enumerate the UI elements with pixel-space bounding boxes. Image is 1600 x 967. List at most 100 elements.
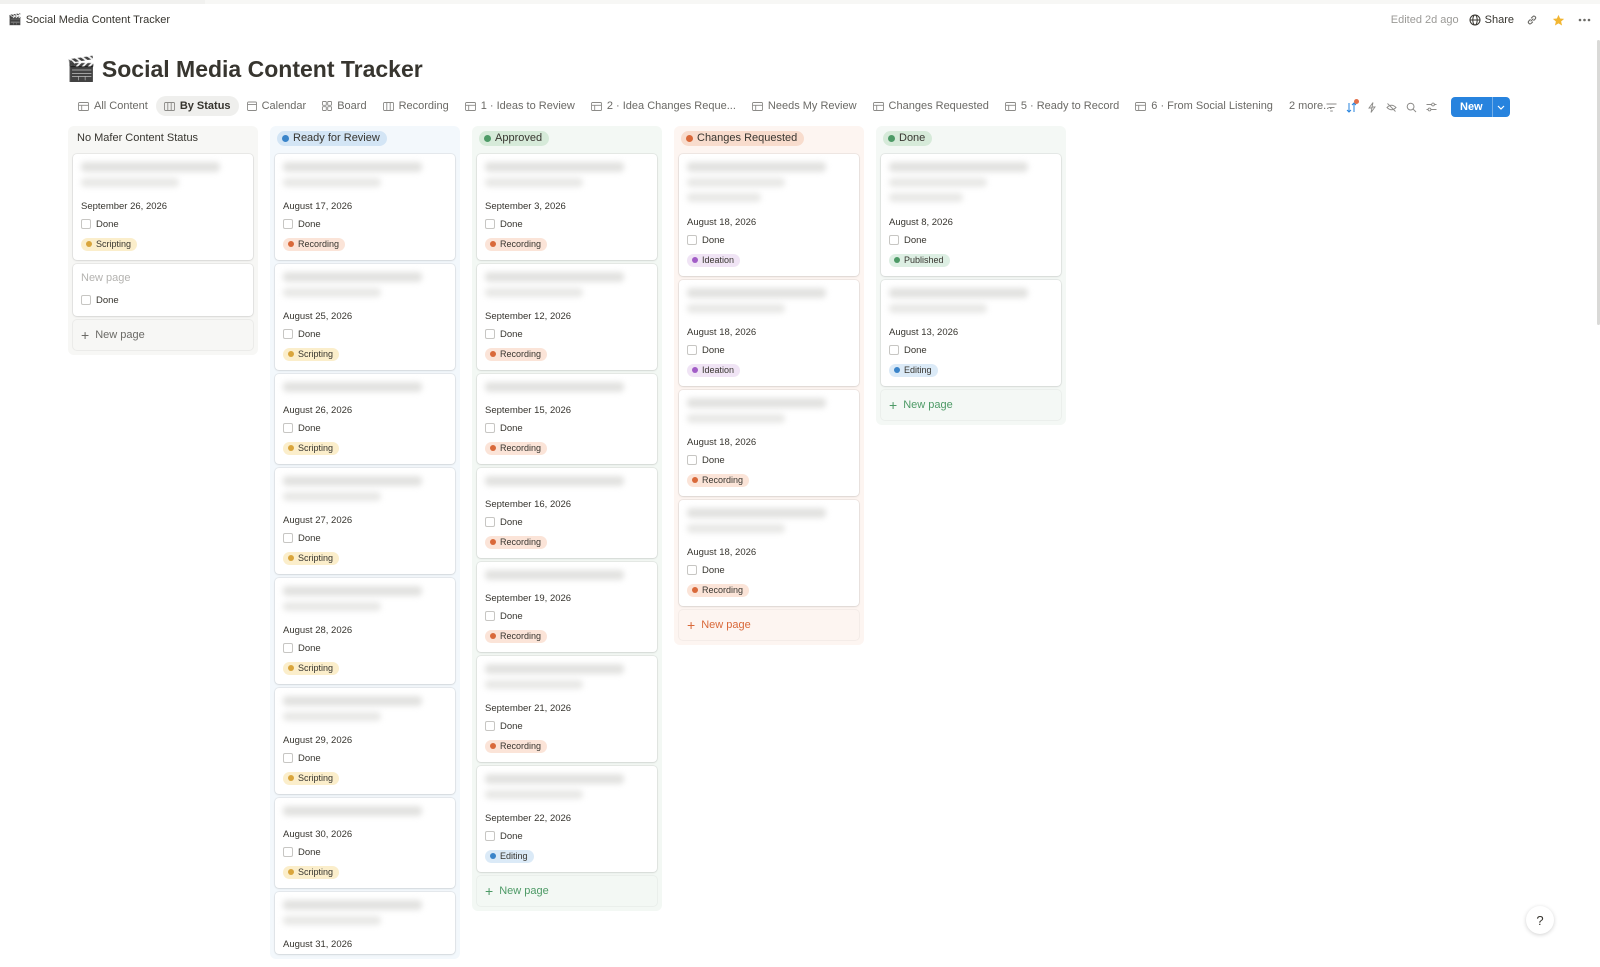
automation-lightning-icon[interactable]: [1365, 99, 1378, 115]
done-checkbox[interactable]: [81, 295, 91, 305]
settings-sliders-icon[interactable]: [1425, 99, 1438, 115]
view-tab[interactable]: By Status: [155, 96, 239, 116]
view-tab[interactable]: Calendar: [239, 96, 315, 116]
content-card[interactable]: September 22, 2026 Done Editing: [477, 766, 657, 872]
untitled-card[interactable]: New page Done: [73, 264, 253, 316]
view-tab[interactable]: Changes Requested: [865, 96, 997, 116]
done-checkbox[interactable]: [687, 565, 697, 575]
done-checkbox[interactable]: [485, 329, 495, 339]
content-card[interactable]: September 19, 2026 Done Recording: [477, 562, 657, 652]
content-card[interactable]: September 15, 2026 Done Recording: [477, 374, 657, 464]
tag-label: Recording: [702, 584, 744, 595]
view-tab[interactable]: Board: [314, 96, 374, 116]
column-header[interactable]: Approved: [477, 126, 657, 150]
tag-dot: [288, 665, 294, 671]
content-card[interactable]: August 25, 2026 Done Scripting: [275, 264, 455, 370]
done-checkbox[interactable]: [283, 753, 293, 763]
view-tab[interactable]: 6 · From Social Listening: [1127, 96, 1281, 116]
content-card[interactable]: August 13, 2026 Done Editing: [881, 280, 1061, 386]
done-checkbox[interactable]: [485, 219, 495, 229]
status-tag: Editing: [889, 363, 938, 377]
done-checkbox[interactable]: [889, 345, 899, 355]
done-checkbox[interactable]: [485, 423, 495, 433]
blurred-line: [485, 382, 625, 392]
content-card[interactable]: September 12, 2026 Done Recording: [477, 264, 657, 370]
column-header[interactable]: Changes Requested: [679, 126, 859, 150]
content-card[interactable]: August 18, 2026 Done Recording: [679, 500, 859, 606]
done-checkbox[interactable]: [283, 643, 293, 653]
blurred-line: [485, 476, 625, 486]
view-tab[interactable]: 1 · Ideas to Review: [457, 96, 583, 116]
done-checkbox[interactable]: [687, 455, 697, 465]
new-page-button[interactable]: + New page: [477, 876, 657, 906]
link-icon[interactable]: [1524, 12, 1540, 28]
done-checkbox[interactable]: [687, 235, 697, 245]
more-options-icon[interactable]: [1576, 12, 1592, 28]
new-button[interactable]: New: [1451, 97, 1510, 117]
blurred-line: [485, 680, 584, 689]
done-checkbox[interactable]: [485, 831, 495, 841]
done-property: Done: [283, 748, 447, 768]
content-card[interactable]: August 27, 2026 Done Scripting: [275, 468, 455, 574]
view-tab[interactable]: Needs My Review: [744, 96, 865, 116]
column-header[interactable]: Done: [881, 126, 1061, 150]
new-page-button[interactable]: + New page: [73, 320, 253, 350]
content-card[interactable]: August 8, 2026 Done Published: [881, 154, 1061, 276]
content-card[interactable]: August 18, 2026 Done Ideation: [679, 280, 859, 386]
blurred-line: [485, 288, 584, 297]
done-checkbox[interactable]: [485, 517, 495, 527]
content-card[interactable]: August 17, 2026 Done Recording: [275, 154, 455, 260]
new-page-button[interactable]: + New page: [679, 610, 859, 640]
done-checkbox[interactable]: [485, 611, 495, 621]
sort-icon[interactable]: [1345, 99, 1359, 115]
tag-label: Recording: [500, 238, 542, 249]
done-checkbox[interactable]: [687, 345, 697, 355]
done-checkbox[interactable]: [81, 219, 91, 229]
done-checkbox[interactable]: [283, 329, 293, 339]
view-tab[interactable]: All Content: [70, 96, 156, 116]
column-header[interactable]: Ready for Review: [275, 126, 455, 150]
content-card[interactable]: August 29, 2026 Done Scripting: [275, 688, 455, 794]
done-checkbox[interactable]: [889, 235, 899, 245]
column-header[interactable]: No Mafer Content Status: [73, 126, 253, 150]
hide-icon[interactable]: [1385, 99, 1398, 115]
blurred-line: [283, 602, 382, 611]
content-card[interactable]: September 16, 2026 Done Recording: [477, 468, 657, 558]
content-card[interactable]: August 18, 2026 Done Recording: [679, 390, 859, 496]
clapperboard-icon[interactable]: 🎬: [66, 57, 96, 82]
tag-label: Recording: [702, 474, 744, 485]
new-button-label[interactable]: New: [1451, 97, 1492, 117]
help-button[interactable]: ?: [1526, 906, 1554, 934]
page-title[interactable]: 🎬 Social Media Content Tracker: [66, 56, 423, 83]
status-tag: Published: [889, 253, 950, 267]
content-card[interactable]: August 18, 2026 Done Ideation: [679, 154, 859, 276]
share-button[interactable]: Share: [1469, 14, 1514, 26]
done-checkbox[interactable]: [283, 219, 293, 229]
card-date: August 13, 2026: [889, 327, 959, 338]
breadcrumb-page-name[interactable]: Social Media Content Tracker: [26, 14, 170, 26]
chevron-down-icon[interactable]: [1491, 97, 1510, 117]
content-card[interactable]: August 31, 2026: [275, 892, 455, 954]
view-tab[interactable]: 5 · Ready to Record: [997, 96, 1127, 116]
done-checkbox[interactable]: [485, 721, 495, 731]
content-card[interactable]: August 26, 2026 Done Scripting: [275, 374, 455, 464]
page-title-text[interactable]: Social Media Content Tracker: [102, 56, 423, 83]
new-page-button[interactable]: + New page: [881, 390, 1061, 420]
content-card[interactable]: September 3, 2026 Done Recording: [477, 154, 657, 260]
view-tab[interactable]: Recording: [375, 96, 457, 116]
share-label: Share: [1484, 14, 1514, 26]
content-card[interactable]: September 26, 2026 Done Scripting: [73, 154, 253, 260]
blurred-line: [485, 162, 625, 172]
content-card[interactable]: August 30, 2026 Done Scripting: [275, 798, 455, 888]
done-checkbox[interactable]: [283, 423, 293, 433]
breadcrumb[interactable]: 🎬 Social Media Content Tracker: [8, 13, 170, 27]
content-card[interactable]: August 28, 2026 Done Scripting: [275, 578, 455, 684]
star-icon[interactable]: [1550, 12, 1566, 28]
done-checkbox[interactable]: [283, 847, 293, 857]
search-icon[interactable]: [1405, 99, 1418, 115]
top-right-actions: Edited 2d ago Share: [1391, 12, 1592, 28]
view-tab[interactable]: 2 · Idea Changes Reque...: [583, 96, 744, 116]
filter-icon[interactable]: [1325, 99, 1338, 115]
done-checkbox[interactable]: [283, 533, 293, 543]
content-card[interactable]: September 21, 2026 Done Recording: [477, 656, 657, 762]
